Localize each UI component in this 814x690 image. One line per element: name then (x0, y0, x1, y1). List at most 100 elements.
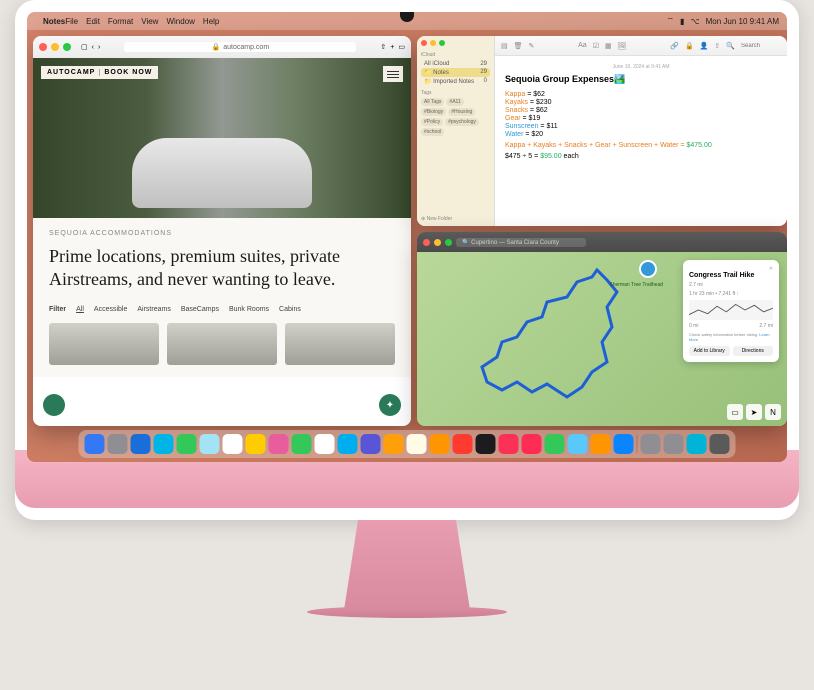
close-card-icon[interactable]: ✕ (769, 266, 773, 272)
wifi-icon[interactable]: ⌔ (666, 16, 674, 26)
compose-icon[interactable]: ✎ (529, 42, 535, 50)
book-now-button[interactable]: BOOK NOW (104, 69, 152, 76)
dock-app-icon[interactable] (687, 434, 707, 454)
tag[interactable]: #school (421, 128, 444, 136)
dock-app-icon[interactable] (315, 434, 335, 454)
delete-icon[interactable]: 🗑 (514, 42, 523, 50)
close-icon[interactable] (39, 43, 47, 51)
dock-app-icon[interactable] (223, 434, 243, 454)
hamburger-menu-icon[interactable] (383, 66, 403, 82)
checklist-icon[interactable]: ☑ (593, 42, 599, 50)
map-canvas[interactable]: Sherman Tree Trailhead ✕ Congress Trail … (417, 252, 787, 426)
dock-app-icon[interactable] (131, 434, 151, 454)
dock-app-icon[interactable] (338, 434, 358, 454)
sidebar-all-icloud[interactable]: All iCloud29 (421, 60, 490, 68)
view-toggle-icon[interactable]: ▤ (501, 42, 508, 50)
directions-button[interactable]: Directions (733, 346, 774, 356)
dock-app-icon[interactable] (246, 434, 266, 454)
zoom-icon[interactable] (439, 40, 445, 46)
control-center-icon[interactable]: ⌥ (690, 17, 699, 26)
dock-app-icon[interactable] (664, 434, 684, 454)
format-icon[interactable]: Aa (578, 42, 587, 49)
minimize-icon[interactable] (51, 43, 59, 51)
tabs-icon[interactable]: ▭ (398, 43, 405, 51)
accommodation-card[interactable] (285, 323, 395, 365)
link-icon[interactable]: 🔗 (670, 42, 679, 50)
tag[interactable]: #psychology (445, 118, 479, 126)
filter-cabins[interactable]: Cabins (279, 306, 301, 313)
tag[interactable]: #Biology (421, 108, 446, 116)
chat-icon[interactable] (43, 394, 65, 416)
locate-icon[interactable]: ➤ (746, 404, 762, 420)
app-name[interactable]: Notes (43, 17, 65, 26)
dock-app-icon[interactable] (641, 434, 661, 454)
zoom-icon[interactable] (63, 43, 71, 51)
add-to-library-button[interactable]: Add to Library (689, 346, 730, 356)
close-icon[interactable] (423, 239, 430, 246)
map-mode-icon[interactable]: ▭ (727, 404, 743, 420)
dock-app-icon[interactable] (453, 434, 473, 454)
forward-icon[interactable]: › (98, 44, 100, 51)
media-icon[interactable]: 🖼 (618, 42, 627, 50)
dock-app-icon[interactable] (177, 434, 197, 454)
share-icon[interactable]: ⇧ (714, 42, 720, 50)
menu-help[interactable]: Help (203, 17, 219, 26)
compass-icon[interactable]: N (765, 404, 781, 420)
new-tab-icon[interactable]: + (390, 44, 394, 51)
menu-file[interactable]: File (65, 17, 78, 26)
dock-app-icon[interactable] (154, 434, 174, 454)
dock-app-icon[interactable] (269, 434, 289, 454)
dock-app-icon[interactable] (591, 434, 611, 454)
tag[interactable]: #A11 (446, 98, 463, 106)
dock-app-icon[interactable] (361, 434, 381, 454)
dock-app-icon[interactable] (108, 434, 128, 454)
dock-app-icon[interactable] (522, 434, 542, 454)
map-pin[interactable] (639, 260, 657, 282)
dock-app-icon[interactable] (568, 434, 588, 454)
share-icon[interactable]: ⇧ (380, 43, 386, 51)
battery-icon[interactable]: ▮ (680, 17, 684, 26)
dock-app-icon[interactable] (545, 434, 565, 454)
tag[interactable]: #Housing (448, 108, 475, 116)
sidebar-imported[interactable]: 📁 Imported Notes0 (421, 77, 490, 86)
zoom-icon[interactable] (445, 239, 452, 246)
menu-view[interactable]: View (141, 17, 158, 26)
new-folder-button[interactable]: ⊕ New Folder (421, 216, 452, 222)
dock-app-icon[interactable] (710, 434, 730, 454)
lock-icon[interactable]: 🔒 (685, 42, 694, 50)
minimize-icon[interactable] (434, 239, 441, 246)
accommodation-card[interactable] (167, 323, 277, 365)
menu-window[interactable]: Window (166, 17, 194, 26)
sidebar-toggle-icon[interactable]: ▢ (81, 43, 88, 51)
filter-bunk[interactable]: Bunk Rooms (229, 306, 269, 313)
address-bar[interactable]: 🔒 autocamp.com (124, 42, 356, 52)
dock-app-icon[interactable] (614, 434, 634, 454)
site-logo[interactable]: AUTOCAMP (47, 69, 95, 76)
menu-format[interactable]: Format (108, 17, 133, 26)
dock-app-icon[interactable] (407, 434, 427, 454)
minimize-icon[interactable] (430, 40, 436, 46)
dock-app-icon[interactable] (200, 434, 220, 454)
filter-basecamps[interactable]: BaseCamps (181, 306, 219, 313)
dock-app-icon[interactable] (430, 434, 450, 454)
search-input[interactable] (741, 43, 781, 49)
sidebar-notes[interactable]: 📁 Notes29 (421, 68, 490, 77)
search-icon[interactable]: 🔍 (726, 42, 735, 50)
accessibility-icon[interactable]: ✦ (379, 394, 401, 416)
back-icon[interactable]: ‹ (92, 44, 94, 51)
dock-app-icon[interactable] (476, 434, 496, 454)
accommodation-card[interactable] (49, 323, 159, 365)
collaborate-icon[interactable]: 👤 (700, 42, 709, 50)
dock-app-icon[interactable] (292, 434, 312, 454)
filter-accessible[interactable]: Accessible (94, 306, 127, 313)
menu-edit[interactable]: Edit (86, 17, 100, 26)
dock-app-icon[interactable] (85, 434, 105, 454)
dock-app-icon[interactable] (384, 434, 404, 454)
note-editor[interactable]: June 10, 2024 at 9:41 AM Sequoia Group E… (495, 56, 787, 169)
table-icon[interactable]: ▦ (605, 42, 612, 50)
maps-search-input[interactable]: 🔍 Cupertino — Santa Clara County (456, 238, 586, 247)
tag[interactable]: All Tags (421, 98, 444, 106)
close-icon[interactable] (421, 40, 427, 46)
tag[interactable]: #Policy (421, 118, 443, 126)
filter-airstreams[interactable]: Airstreams (137, 306, 170, 313)
